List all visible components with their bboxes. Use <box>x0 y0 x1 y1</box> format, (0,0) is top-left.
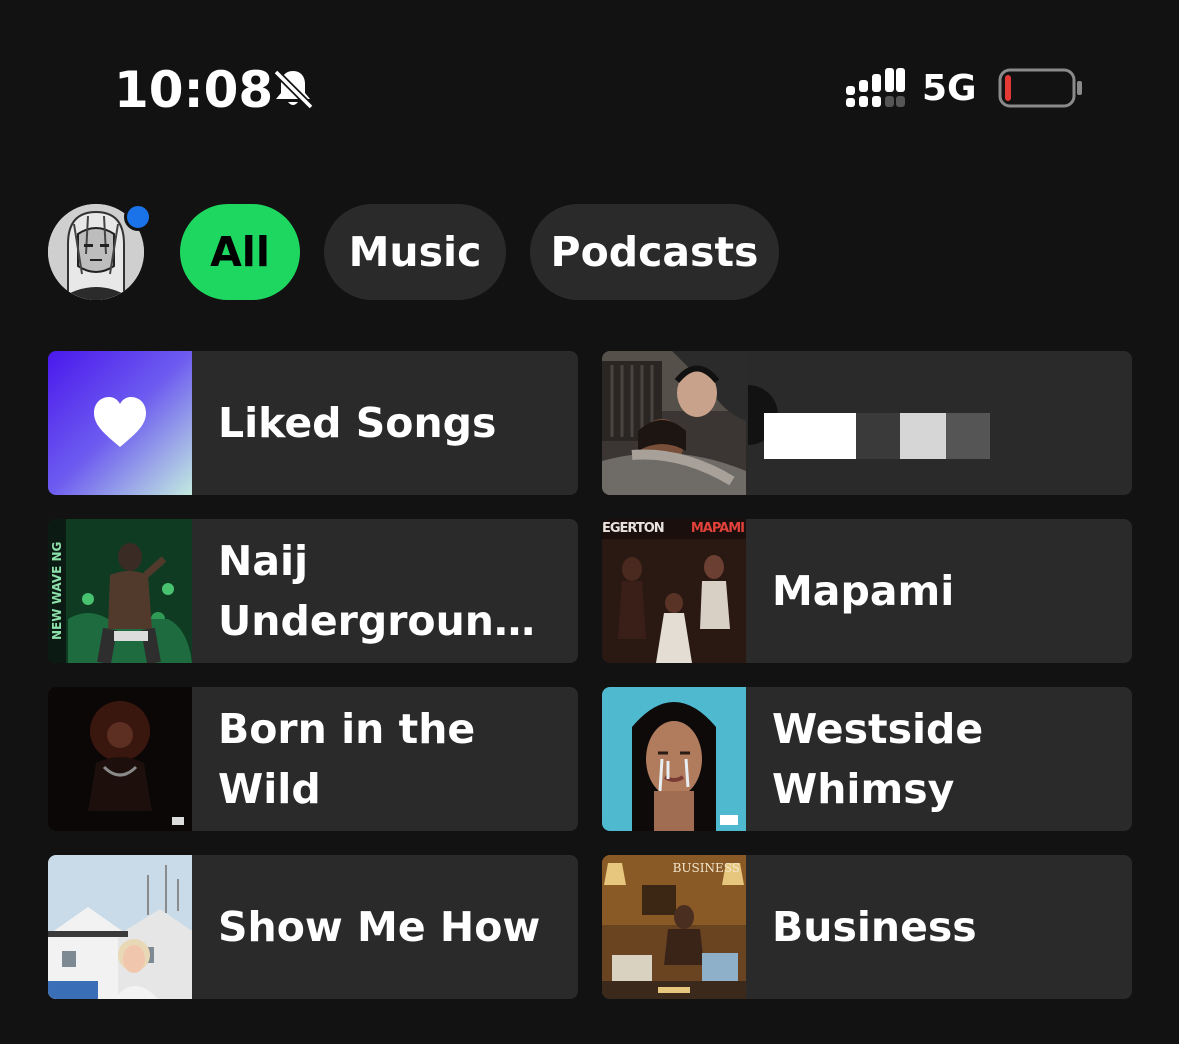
born-in-the-wild-art <box>48 687 192 831</box>
library-item-title: Naij Undergroun… <box>218 537 535 645</box>
library-item-mapami[interactable]: EGERTON MAPAMI Mapami <box>602 519 1132 663</box>
library-item-westside-whimsy[interactable]: Westside Whimsy <box>602 687 1132 831</box>
library-item-title: Born in the Wild <box>218 705 476 813</box>
library-item-title: Westside Whimsy <box>772 705 984 813</box>
status-time: 10:08 <box>114 61 274 119</box>
heart-icon <box>94 397 146 447</box>
library-item-naij-underground[interactable]: NEW WAVE NG Naij Undergroun… <box>48 519 578 663</box>
art-text: BUSINESS <box>672 861 740 875</box>
library-item-born-in-the-wild[interactable]: Born in the Wild <box>48 687 578 831</box>
signal-icon <box>846 68 905 107</box>
library-item-title: Liked Songs <box>218 399 497 447</box>
mapami-art: EGERTON MAPAMI <box>602 519 746 663</box>
filter-chip-music[interactable]: Music <box>324 204 506 300</box>
library-item-liked-songs[interactable]: Liked Songs <box>48 351 578 495</box>
library-item-title <box>772 351 1112 495</box>
art-vertical-text: NEW WAVE NG <box>50 541 64 641</box>
battery-icon <box>998 68 1082 108</box>
art-text-right: MAPAMI <box>690 521 745 536</box>
library-item-title: Business <box>772 903 977 951</box>
naij-underground-art: NEW WAVE NG <box>48 519 192 663</box>
library-item-business[interactable]: BUSINESS Business <box>602 855 1132 999</box>
library-item-title: Show Me How <box>218 903 541 951</box>
library-item-title: Mapami <box>772 567 955 615</box>
liked-songs-art <box>48 351 192 495</box>
notification-dot <box>124 203 152 231</box>
filter-chip-podcasts[interactable]: Podcasts <box>530 204 779 300</box>
library-item-redacted[interactable] <box>602 351 1132 495</box>
show-me-how-art <box>48 855 192 999</box>
network-type: 5G <box>922 68 977 109</box>
home-screen: 10:08 5G All Music Podcasts Liked Songs … <box>0 0 1179 1044</box>
filter-chip-all[interactable]: All <box>180 204 300 300</box>
business-art: BUSINESS <box>602 855 746 999</box>
library-item-show-me-how[interactable]: Show Me How <box>48 855 578 999</box>
bell-slash-icon <box>273 69 314 110</box>
westside-whimsy-art <box>602 687 746 831</box>
art-text-left: EGERTON <box>602 521 665 536</box>
album-art-photo <box>602 351 746 495</box>
